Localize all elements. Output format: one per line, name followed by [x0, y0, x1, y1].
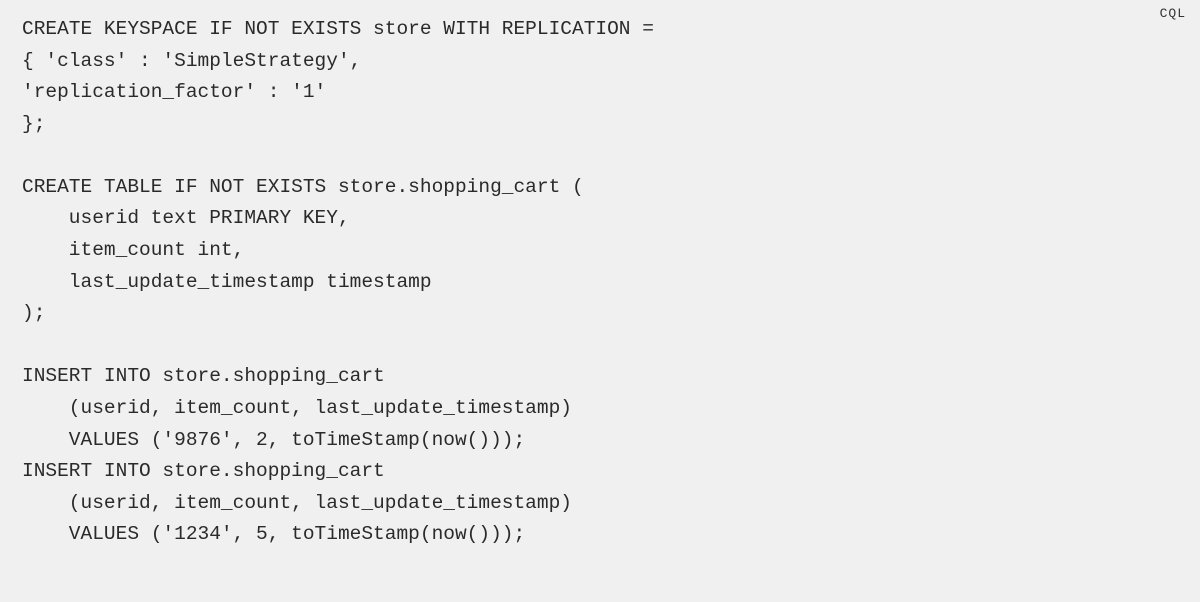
code-block: CQL CREATE KEYSPACE IF NOT EXISTS store …: [0, 0, 1200, 602]
language-badge: CQL: [1160, 6, 1186, 21]
code-content[interactable]: CREATE KEYSPACE IF NOT EXISTS store WITH…: [22, 14, 1178, 551]
